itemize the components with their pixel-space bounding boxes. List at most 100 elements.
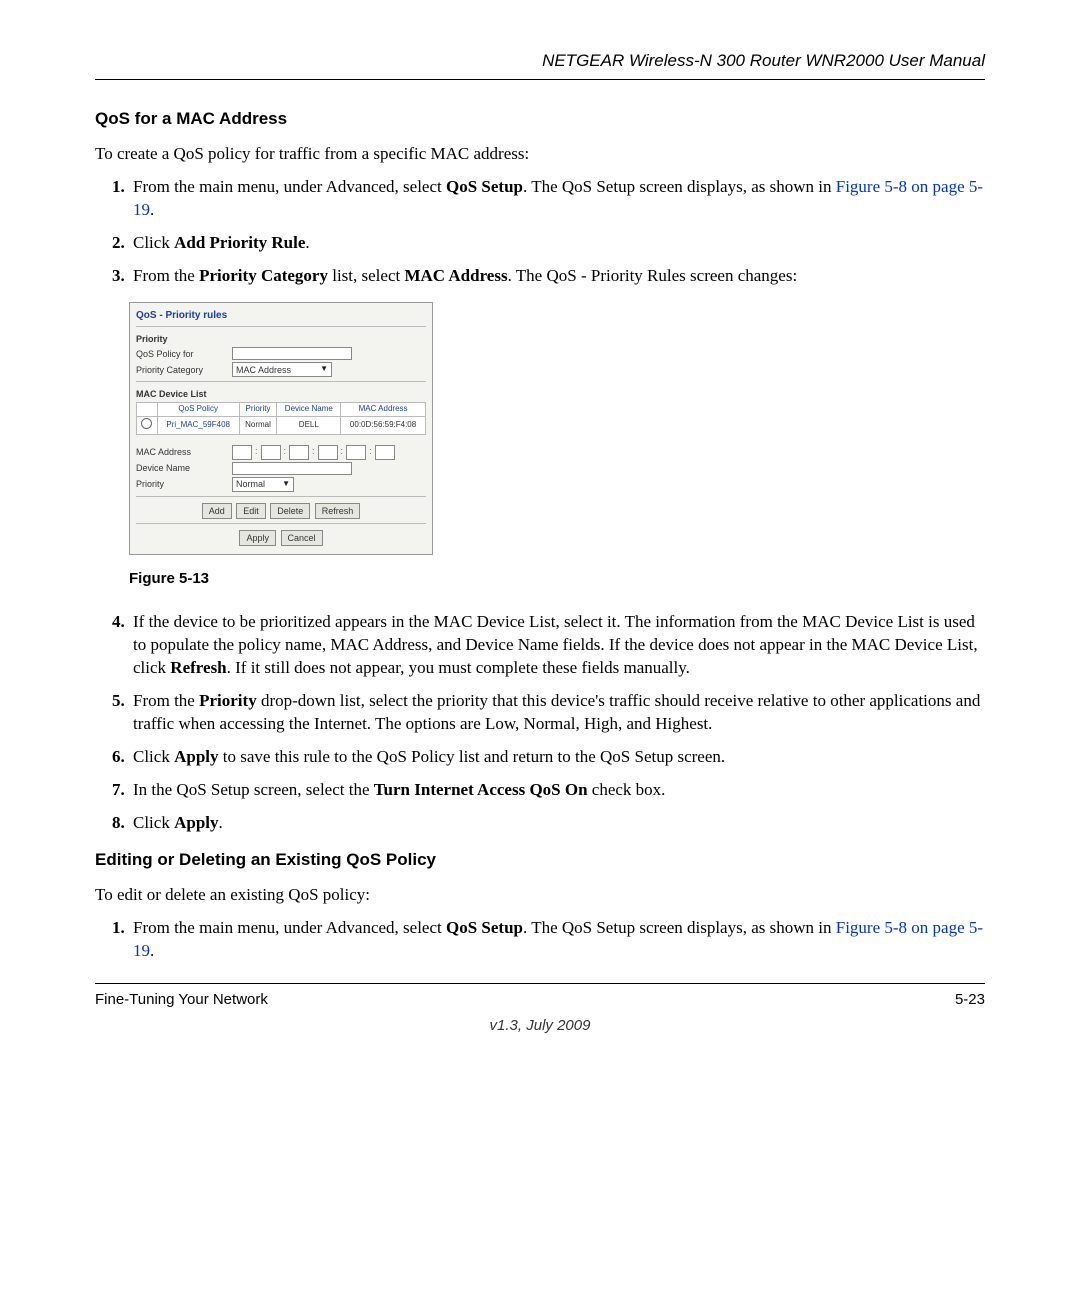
footer-left: Fine-Tuning Your Network: [95, 990, 268, 1010]
footer-right: 5-23: [955, 990, 985, 1010]
steps-list-2: If the device to be prioritized appears …: [95, 611, 985, 835]
step-4-text-c: . If it still does not appear, you must …: [227, 658, 690, 677]
figure-policy-for-label: QoS Policy for: [136, 348, 226, 360]
step-8: Click Apply.: [129, 812, 985, 835]
table-header-radio: [137, 403, 158, 417]
mac-seg-5[interactable]: [346, 445, 366, 460]
step-7-bold: Turn Internet Access QoS On: [374, 780, 588, 799]
step-1-text-d: .: [150, 200, 154, 219]
section-title-qos-mac: QoS for a MAC Address: [95, 108, 985, 131]
figure-priority-field-label: Priority: [136, 478, 226, 490]
steps3-1-bold: QoS Setup: [446, 918, 523, 937]
figure-mac-inputs[interactable]: : : : : :: [232, 445, 395, 460]
step-5-bold: Priority: [199, 691, 257, 710]
figure-priority-select[interactable]: Normal ▼: [232, 477, 294, 492]
table-header-priority: Priority: [239, 403, 277, 417]
section-title-edit-delete: Editing or Deleting an Existing QoS Poli…: [95, 849, 985, 872]
steps3-1-text-c: . The QoS Setup screen displays, as show…: [523, 918, 836, 937]
chevron-down-icon: ▼: [282, 479, 290, 490]
figure-button-row-1: Add Edit Delete Refresh: [136, 503, 426, 519]
step-4: If the device to be prioritized appears …: [129, 611, 985, 680]
step-1-text-c: . The QoS Setup screen displays, as show…: [523, 177, 836, 196]
step-3-text-a: From the: [133, 266, 199, 285]
footer-row: Fine-Tuning Your Network 5-23: [95, 990, 985, 1010]
step-6: Click Apply to save this rule to the QoS…: [129, 746, 985, 769]
steps-list-1: From the main menu, under Advanced, sele…: [95, 176, 985, 288]
steps3-1-text-a: From the main menu, under Advanced, sele…: [133, 918, 446, 937]
section-intro: To create a QoS policy for traffic from …: [95, 143, 985, 166]
figure-caption: Figure 5-13: [129, 569, 985, 589]
footer-rule: [95, 983, 985, 984]
figure-priority-select-value: Normal: [236, 478, 265, 490]
step-7-text-c: check box.: [588, 780, 666, 799]
figure-priority-category-select[interactable]: MAC Address ▼: [232, 362, 332, 377]
steps-list-3: From the main menu, under Advanced, sele…: [95, 917, 985, 963]
step-5-text-c: drop-down list, select the priority that…: [133, 691, 980, 733]
delete-button[interactable]: Delete: [270, 503, 310, 519]
radio-icon[interactable]: [141, 418, 152, 429]
step-3-bold-2: MAC Address: [404, 266, 507, 285]
figure-device-name-input[interactable]: [232, 462, 352, 475]
header-rule: [95, 79, 985, 80]
step-8-text-a: Click: [133, 813, 174, 832]
steps3-step-1: From the main menu, under Advanced, sele…: [129, 917, 985, 963]
step-6-text-c: to save this rule to the QoS Policy list…: [219, 747, 726, 766]
step-1: From the main menu, under Advanced, sele…: [129, 176, 985, 222]
step-3-bold-1: Priority Category: [199, 266, 328, 285]
figure-hr-3: [136, 496, 426, 497]
step-6-text-a: Click: [133, 747, 174, 766]
figure-hr-4: [136, 523, 426, 524]
edit-button[interactable]: Edit: [236, 503, 266, 519]
apply-button[interactable]: Apply: [239, 530, 276, 546]
step-1-text-a: From the main menu, under Advanced, sele…: [133, 177, 446, 196]
step-3-text-e: . The QoS - Priority Rules screen change…: [508, 266, 798, 285]
figure-mac-table: QoS Policy Priority Device Name MAC Addr…: [136, 402, 426, 435]
mac-seg-4[interactable]: [318, 445, 338, 460]
table-header-mac: MAC Address: [341, 403, 426, 417]
page-header: NETGEAR Wireless-N 300 Router WNR2000 Us…: [95, 50, 985, 73]
step-6-bold: Apply: [174, 747, 218, 766]
figure-hr-2: [136, 381, 426, 382]
figure-hr-1: [136, 326, 426, 327]
add-button[interactable]: Add: [202, 503, 232, 519]
figure-device-name-label: Device Name: [136, 462, 226, 474]
step-8-bold: Apply: [174, 813, 218, 832]
figure-priority-label: Priority: [136, 333, 426, 345]
step-5: From the Priority drop-down list, select…: [129, 690, 985, 736]
step-7: In the QoS Setup screen, select the Turn…: [129, 779, 985, 802]
mac-seg-6[interactable]: [375, 445, 395, 460]
step-2: Click Add Priority Rule.: [129, 232, 985, 255]
section2-intro: To edit or delete an existing QoS policy…: [95, 884, 985, 907]
figure-mac-device-list-label: MAC Device List: [136, 388, 426, 400]
table-header-policy: QoS Policy: [157, 403, 239, 417]
table-row-mac: 00:0D:56:59:F4:08: [341, 417, 426, 435]
mac-seg-2[interactable]: [261, 445, 281, 460]
refresh-button[interactable]: Refresh: [315, 503, 361, 519]
step-7-text-a: In the QoS Setup screen, select the: [133, 780, 374, 799]
table-header-row: QoS Policy Priority Device Name MAC Addr…: [137, 403, 426, 417]
step-1-bold: QoS Setup: [446, 177, 523, 196]
table-row-policy[interactable]: Pri_MAC_59F408: [157, 417, 239, 435]
cancel-button[interactable]: Cancel: [281, 530, 323, 546]
table-row-device: DELL: [277, 417, 341, 435]
table-row-radio[interactable]: [137, 417, 158, 435]
figure-policy-for-input[interactable]: [232, 347, 352, 360]
table-header-device: Device Name: [277, 403, 341, 417]
steps3-1-text-d: .: [150, 941, 154, 960]
step-5-text-a: From the: [133, 691, 199, 710]
figure-panel: QoS - Priority rules Priority QoS Policy…: [129, 302, 433, 556]
step-2-text-a: Click: [133, 233, 174, 252]
step-3: From the Priority Category list, select …: [129, 265, 985, 288]
figure-button-row-2: Apply Cancel: [136, 530, 426, 546]
step-2-text-c: .: [305, 233, 309, 252]
table-row-priority: Normal: [239, 417, 277, 435]
step-2-bold: Add Priority Rule: [174, 233, 305, 252]
footer-center: v1.3, July 2009: [95, 1016, 985, 1036]
table-row[interactable]: Pri_MAC_59F408 Normal DELL 00:0D:56:59:F…: [137, 417, 426, 435]
mac-seg-3[interactable]: [289, 445, 309, 460]
step-4-bold: Refresh: [170, 658, 226, 677]
figure-mac-address-label: MAC Address: [136, 446, 226, 458]
step-8-text-c: .: [219, 813, 223, 832]
chevron-down-icon: ▼: [320, 364, 328, 375]
mac-seg-1[interactable]: [232, 445, 252, 460]
